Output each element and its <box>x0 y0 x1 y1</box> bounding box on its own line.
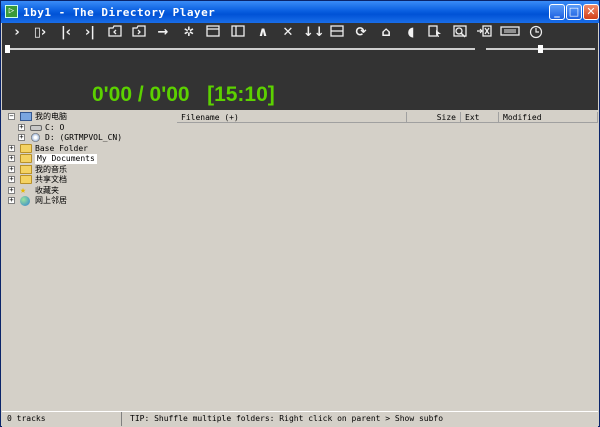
sidebar-icon[interactable] <box>229 24 247 41</box>
home-icon[interactable]: ⌂ <box>377 24 395 41</box>
expand-icon[interactable]: + <box>18 124 25 131</box>
drive-icon <box>30 125 42 131</box>
next-icon[interactable]: ›| <box>81 24 99 41</box>
folder-icon <box>20 144 32 153</box>
seek-handle[interactable] <box>5 45 10 53</box>
status-bar: 0 tracks TIP: Shuffle multiple folders: … <box>2 411 598 427</box>
app-icon[interactable]: ▷ <box>5 5 18 18</box>
app-window: ▷ 1by1 - The Directory Player _ □ ✕ › ▯›… <box>0 0 600 427</box>
favorites-star-icon: ★ <box>20 185 27 196</box>
title-bar[interactable]: ▷ 1by1 - The Directory Player _ □ ✕ <box>1 1 599 23</box>
folder-icon <box>20 175 32 184</box>
expand-icon[interactable]: + <box>8 145 15 152</box>
close-button[interactable]: ✕ <box>583 4 599 20</box>
maximize-button[interactable]: □ <box>566 4 582 20</box>
expand-icon[interactable]: + <box>8 155 15 162</box>
window-title: 1by1 - The Directory Player <box>23 6 216 19</box>
exit-icon[interactable] <box>475 24 493 41</box>
speaker-icon[interactable]: ◖ <box>402 24 420 41</box>
expand-icon[interactable]: + <box>8 187 15 194</box>
column-header-size[interactable]: Size <box>407 112 461 123</box>
expand-icon[interactable]: + <box>18 134 25 141</box>
window-icon[interactable] <box>204 24 222 41</box>
previous-icon[interactable]: |‹ <box>57 24 75 41</box>
cd-drive-icon <box>31 133 40 142</box>
column-header-ext[interactable]: Ext <box>461 112 499 123</box>
expand-icon[interactable]: + <box>8 176 15 183</box>
player-panel: › ▯› |‹ ›| → ✲ ∧ ✕ ↓↓ ⟳ ⌂ ◖ 0'00 / 0'00 … <box>2 23 598 110</box>
chevron-up-icon[interactable]: ∧ <box>254 24 272 41</box>
panel-icon[interactable] <box>328 24 346 41</box>
settings-icon[interactable]: ✲ <box>180 24 198 41</box>
arrow-right-icon[interactable]: → <box>154 24 172 41</box>
computer-icon <box>20 112 32 121</box>
close-x-icon[interactable]: ✕ <box>279 24 297 41</box>
folder-next-icon[interactable] <box>130 24 148 41</box>
expand-icon[interactable]: + <box>8 197 15 204</box>
column-header-modified[interactable]: Modified <box>499 112 598 123</box>
minimize-button[interactable]: _ <box>549 4 565 20</box>
folder-up-icon[interactable] <box>106 24 124 41</box>
play-icon[interactable]: › <box>8 24 26 41</box>
volume-slider[interactable] <box>486 45 595 53</box>
toolbar: › ▯› |‹ ›| → ✲ ∧ ✕ ↓↓ ⟳ ⌂ ◖ <box>2 23 598 41</box>
tip-text: TIP: Shuffle multiple folders: Right cli… <box>130 414 444 423</box>
file-list[interactable]: Filename (+) Size Ext Modified <box>177 112 598 410</box>
folder-tree: − 我的电脑 + C: O + D: (GRTMPVOL_CN) + Base … <box>4 112 174 410</box>
document-cursor-icon[interactable] <box>426 24 444 41</box>
play-pause-icon[interactable]: ▯› <box>31 24 49 41</box>
column-header-filename[interactable]: Filename (+) <box>177 112 407 123</box>
volume-handle[interactable] <box>537 45 543 53</box>
music-folder-icon <box>20 165 32 174</box>
folder-icon <box>20 154 32 163</box>
expand-icon[interactable]: + <box>8 166 15 173</box>
time-display: 0'00 / 0'00 [15:10] <box>92 83 275 106</box>
network-globe-icon <box>20 196 30 206</box>
seek-bar[interactable] <box>5 45 475 53</box>
sort-icon[interactable]: ↓↓ <box>303 24 325 41</box>
track-count: 0 tracks <box>2 412 122 426</box>
collapse-icon[interactable]: − <box>8 113 15 120</box>
search-icon[interactable] <box>451 24 469 41</box>
keyboard-icon[interactable] <box>499 24 521 41</box>
clock-icon[interactable] <box>527 24 545 41</box>
repeat-icon[interactable]: ⟳ <box>352 24 370 41</box>
